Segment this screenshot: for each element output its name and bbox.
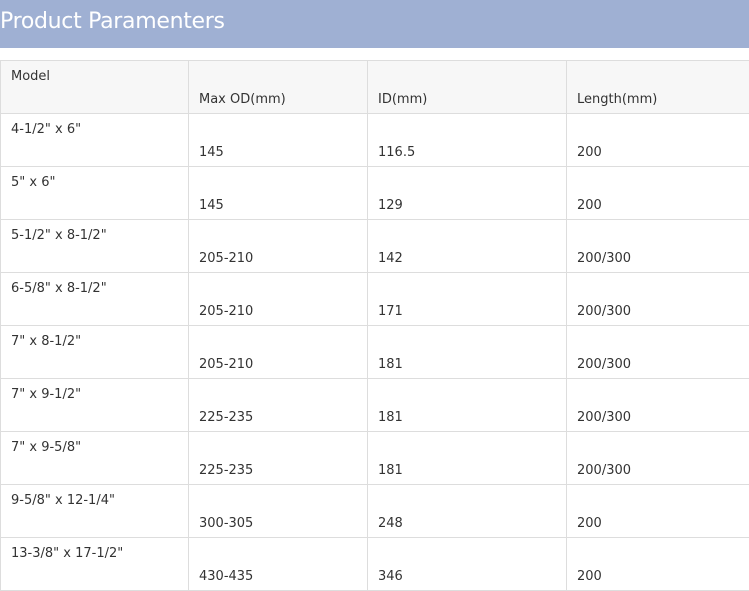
header-bar: Product Paramenters — [0, 0, 749, 48]
cell-model: 9-5/8" x 12-1/4" — [0, 484, 189, 538]
cell-max-od: 430-435 — [188, 537, 368, 591]
cell-id: 346 — [367, 537, 567, 591]
cell-max-od: 145 — [188, 113, 368, 167]
cell-length: 200/300 — [566, 378, 749, 432]
table-row: 7" x 8-1/2" 205-210 181 200/300 — [0, 325, 749, 379]
cell-length: 200/300 — [566, 431, 749, 485]
column-header-model: Model — [0, 60, 189, 114]
cell-model: 5-1/2" x 8-1/2" — [0, 219, 189, 273]
table-row: 5-1/2" x 8-1/2" 205-210 142 200/300 — [0, 219, 749, 273]
cell-id: 248 — [367, 484, 567, 538]
cell-id: 181 — [367, 325, 567, 379]
cell-max-od: 225-235 — [188, 378, 368, 432]
column-header-id: ID(mm) — [367, 60, 567, 114]
cell-length: 200/300 — [566, 219, 749, 273]
product-parameters-table: Model Max OD(mm) ID(mm) Length(mm) 4-1/2… — [0, 60, 749, 591]
cell-model: 5" x 6" — [0, 166, 189, 220]
cell-length: 200/300 — [566, 325, 749, 379]
cell-id: 181 — [367, 431, 567, 485]
cell-length: 200/300 — [566, 272, 749, 326]
cell-length: 200 — [566, 113, 749, 167]
table-row: 7" x 9-1/2" 225-235 181 200/300 — [0, 378, 749, 432]
cell-model: 6-5/8" x 8-1/2" — [0, 272, 189, 326]
cell-id: 116.5 — [367, 113, 567, 167]
cell-length: 200 — [566, 484, 749, 538]
cell-max-od: 225-235 — [188, 431, 368, 485]
cell-max-od: 145 — [188, 166, 368, 220]
cell-max-od: 205-210 — [188, 219, 368, 273]
cell-max-od: 300-305 — [188, 484, 368, 538]
cell-model: 4-1/2" x 6" — [0, 113, 189, 167]
page-title: Product Paramenters — [0, 9, 225, 34]
cell-model: 7" x 8-1/2" — [0, 325, 189, 379]
cell-model: 7" x 9-1/2" — [0, 378, 189, 432]
table-row: 6-5/8" x 8-1/2" 205-210 171 200/300 — [0, 272, 749, 326]
table-row: 9-5/8" x 12-1/4" 300-305 248 200 — [0, 484, 749, 538]
cell-id: 129 — [367, 166, 567, 220]
table-header-row: Model Max OD(mm) ID(mm) Length(mm) — [0, 60, 749, 114]
column-header-max-od: Max OD(mm) — [188, 60, 368, 114]
cell-id: 181 — [367, 378, 567, 432]
table-row: 4-1/2" x 6" 145 116.5 200 — [0, 113, 749, 167]
table-row: 5" x 6" 145 129 200 — [0, 166, 749, 220]
table-row: 13-3/8" x 17-1/2" 430-435 346 200 — [0, 537, 749, 591]
cell-model: 7" x 9-5/8" — [0, 431, 189, 485]
cell-id: 171 — [367, 272, 567, 326]
cell-length: 200 — [566, 537, 749, 591]
cell-model: 13-3/8" x 17-1/2" — [0, 537, 189, 591]
cell-max-od: 205-210 — [188, 272, 368, 326]
column-header-length: Length(mm) — [566, 60, 749, 114]
table-row: 7" x 9-5/8" 225-235 181 200/300 — [0, 431, 749, 485]
cell-max-od: 205-210 — [188, 325, 368, 379]
cell-id: 142 — [367, 219, 567, 273]
cell-length: 200 — [566, 166, 749, 220]
